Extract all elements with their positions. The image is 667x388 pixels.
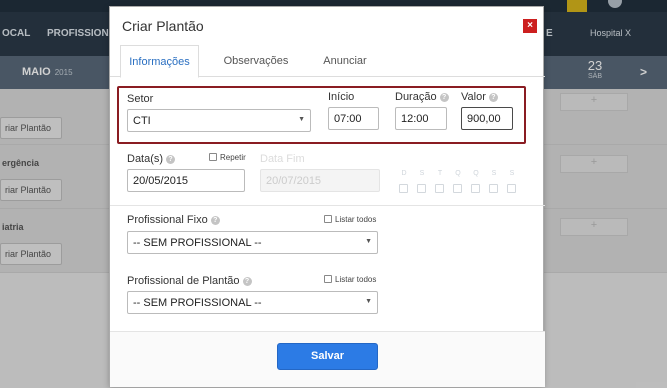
checkbox-icon — [209, 153, 217, 161]
weekday-label: S — [509, 170, 515, 177]
weekday-label: Q — [455, 170, 461, 177]
repetir-checkbox[interactable]: Repetir — [209, 153, 246, 162]
chevron-down-icon: ▼ — [298, 116, 305, 123]
help-icon[interactable]: ? — [488, 93, 498, 102]
valor-input[interactable]: 900,00 — [461, 107, 513, 130]
chevron-down-icon: ▼ — [365, 298, 372, 305]
checkbox-icon — [324, 215, 332, 223]
weekday-checkbox[interactable] — [489, 184, 498, 193]
close-icon[interactable]: × — [523, 19, 537, 33]
datas-label: Data(s)? — [127, 153, 176, 165]
duracao-label: Duração? — [395, 91, 449, 103]
data-fim-label: Data Fim — [260, 153, 305, 165]
data-input[interactable]: 20/05/2015 — [127, 169, 245, 192]
setor-select[interactable]: CTI ▼ — [127, 109, 311, 132]
profissional-fixo-label: Profissional Fixo? — [127, 214, 220, 226]
modal-tabs: Informações Observações Anunciar — [110, 45, 545, 78]
weekday-label: Q — [473, 170, 479, 177]
data-fim-input[interactable]: 20/07/2015 — [260, 169, 380, 192]
help-icon[interactable]: ? — [166, 155, 176, 164]
help-icon[interactable]: ? — [242, 277, 252, 286]
weekday-label: D — [401, 170, 407, 177]
weekday-checkbox[interactable] — [471, 184, 480, 193]
checkbox-icon — [324, 275, 332, 283]
listar-todos-checkbox[interactable]: Listar todos — [324, 215, 376, 224]
create-shift-modal: Criar Plantão × Informações Observações … — [109, 6, 545, 387]
weekday-checkbox[interactable] — [453, 184, 462, 193]
weekday-label: T — [437, 170, 443, 177]
setor-label: Setor — [127, 93, 154, 105]
help-icon[interactable]: ? — [210, 216, 220, 225]
weekday-checkbox[interactable] — [417, 184, 426, 193]
save-button[interactable]: Salvar — [277, 343, 378, 370]
weekday-checkbox[interactable] — [399, 184, 408, 193]
weekday-label: S — [419, 170, 425, 177]
modal-title: Criar Plantão — [122, 18, 204, 34]
tab-anunciar[interactable]: Anunciar — [310, 45, 380, 77]
chevron-down-icon: ▼ — [365, 238, 372, 245]
tab-informacoes[interactable]: Informações — [120, 45, 199, 78]
inicio-input[interactable]: 07:00 — [328, 107, 379, 130]
profissional-plantao-select[interactable]: -- SEM PROFISSIONAL -- ▼ — [127, 291, 378, 314]
tab-observacoes[interactable]: Observações — [214, 45, 298, 77]
valor-label: Valor? — [461, 91, 498, 103]
weekday-label: S — [491, 170, 497, 177]
weekday-checkbox[interactable] — [435, 184, 444, 193]
help-icon[interactable]: ? — [439, 93, 449, 102]
profissional-plantao-label: Profissional de Plantão? — [127, 275, 252, 287]
weekday-checkbox[interactable] — [507, 184, 516, 193]
duracao-input[interactable]: 12:00 — [395, 107, 447, 130]
profissional-fixo-select[interactable]: -- SEM PROFISSIONAL -- ▼ — [127, 231, 378, 254]
inicio-label: Início — [328, 91, 355, 103]
listar-todos-checkbox[interactable]: Listar todos — [324, 275, 376, 284]
divider — [110, 205, 545, 206]
